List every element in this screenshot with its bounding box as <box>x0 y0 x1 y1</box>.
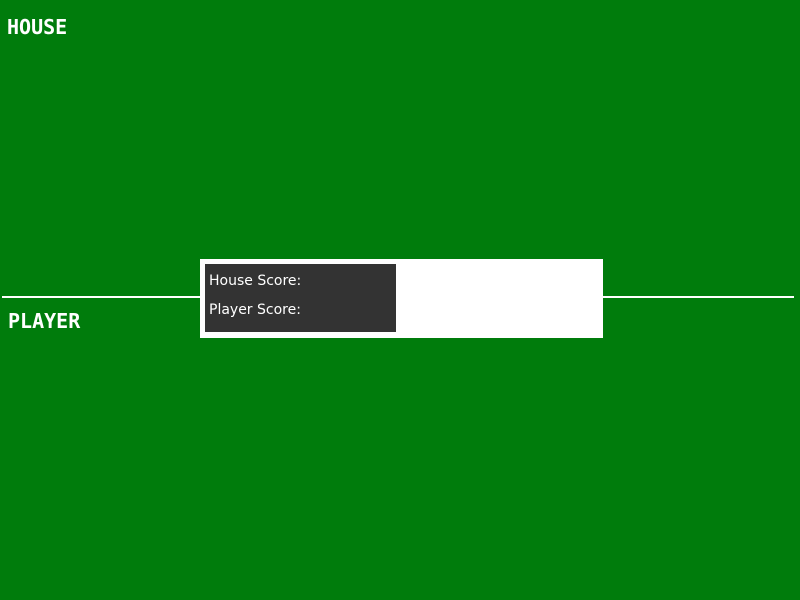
player-score-row: Player Score: <box>209 302 307 318</box>
house-label: HOUSE <box>7 15 68 39</box>
player-score-label: Player Score: <box>209 302 301 318</box>
game-table: HOUSE PLAYER House Score: Player Score: <box>0 0 800 600</box>
house-score-label: House Score: <box>209 273 302 289</box>
scoreboard-panel: House Score: Player Score: <box>200 259 603 338</box>
player-label: PLAYER <box>8 309 81 333</box>
scoreboard: House Score: Player Score: <box>205 264 396 332</box>
house-score-row: House Score: <box>209 273 307 289</box>
